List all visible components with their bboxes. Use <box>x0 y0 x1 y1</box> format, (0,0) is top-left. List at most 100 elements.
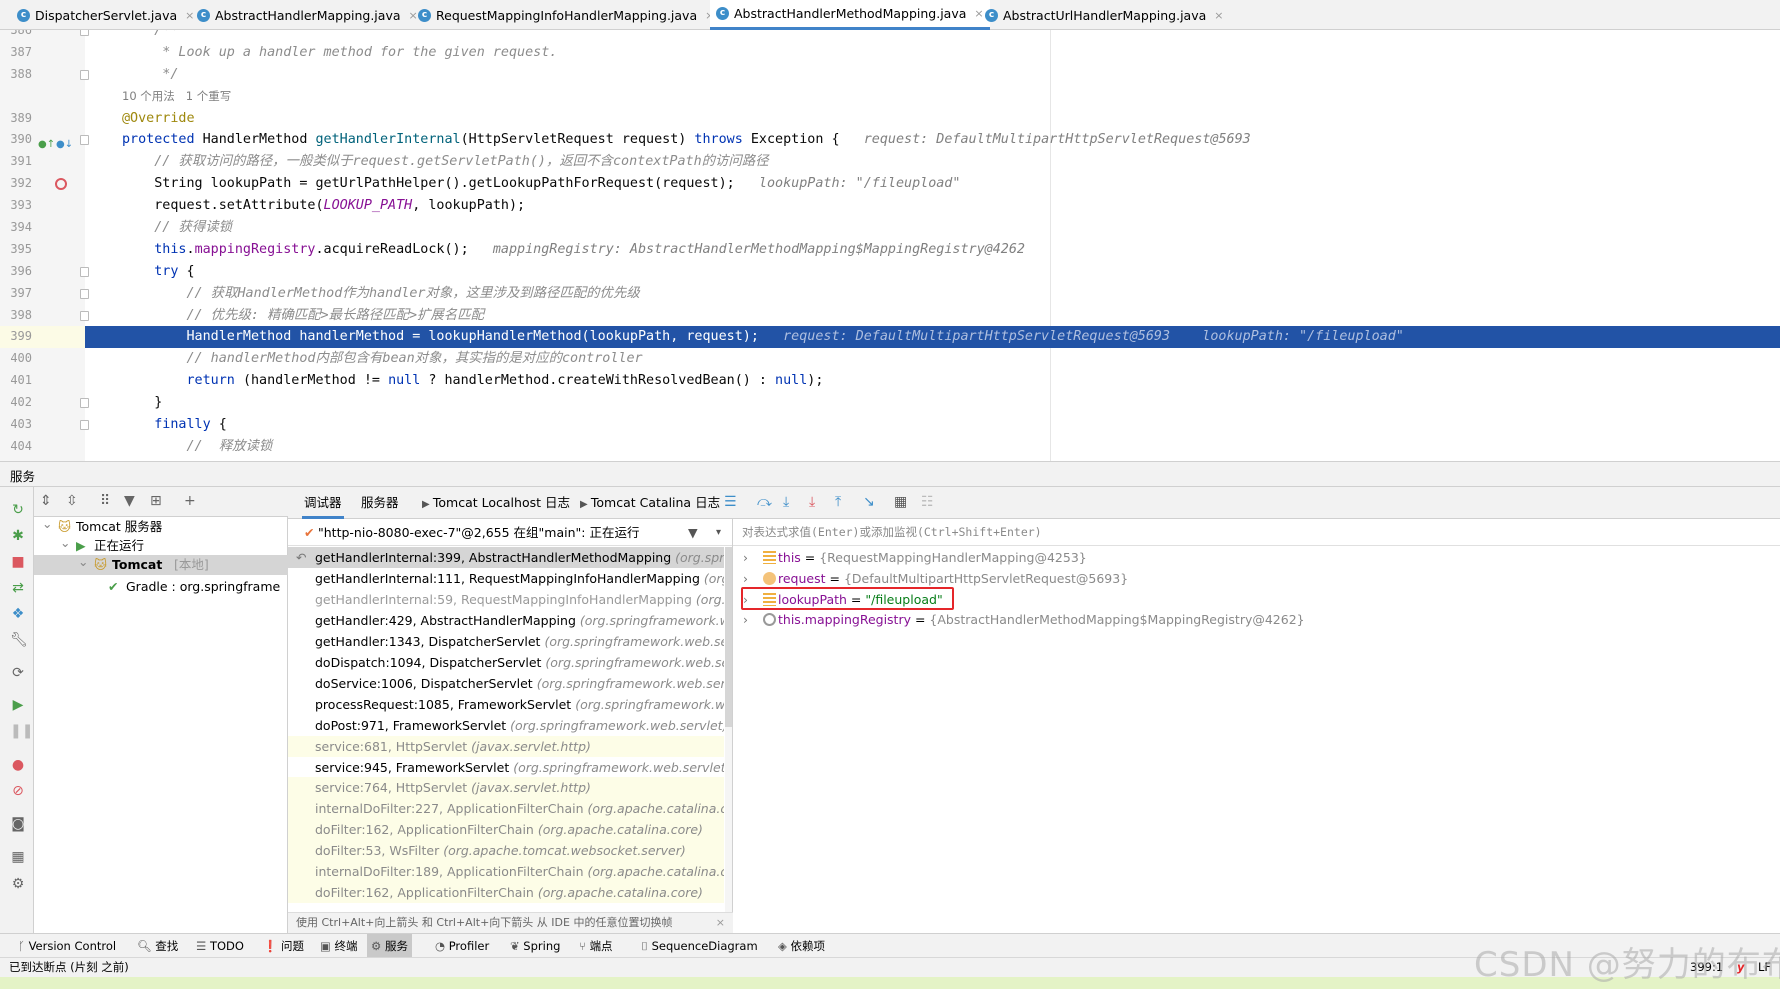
artifacts-icon[interactable]: ❖ <box>10 606 26 622</box>
run-to-cursor-icon[interactable]: ↘ <box>863 494 875 510</box>
debugger-tab[interactable]: 服务器 <box>359 487 401 519</box>
line-number[interactable]: 399 <box>0 326 32 348</box>
filter-icon[interactable]: ▼ <box>688 519 698 546</box>
stack-frame[interactable]: getHandlerInternal:111, RequestMappingIn… <box>288 568 724 589</box>
variable-row[interactable]: › this.mappingRegistry = {AbstractHandler… <box>733 609 1733 630</box>
chevron-down-icon[interactable]: ⌄ <box>78 555 88 572</box>
rerun-icon[interactable]: ↻ <box>10 502 26 518</box>
editor-tab[interactable]: c AbstractUrlHandlerMapping.java × <box>979 0 1229 30</box>
refresh-icon[interactable]: ⟳ <box>10 665 26 681</box>
debug-icon[interactable]: ✱ <box>10 528 26 544</box>
force-step-into-icon[interactable]: ⤓ <box>809 494 815 510</box>
add-service-icon[interactable]: + <box>184 493 196 509</box>
filter-icon[interactable]: ▼ <box>124 493 135 509</box>
stack-frame[interactable]: ↶ getHandlerInternal:399, AbstractHandler… <box>288 547 724 568</box>
variable-row[interactable]: › this = {RequestMappingHandlerMapping@42… <box>733 547 1733 568</box>
fold-marker-icon[interactable] <box>80 310 89 321</box>
debugger-tab[interactable]: ▶ Tomcat Localhost 日志 <box>420 487 572 519</box>
stack-frame[interactable]: internalDoFilter:227, ApplicationFilterC… <box>288 798 724 820</box>
stack-frame[interactable]: doDispatch:1094, DispatcherServlet (org.… <box>288 652 724 673</box>
editor-tab[interactable]: c AbstractHandlerMapping.java × <box>191 0 424 30</box>
stack-frame[interactable]: getHandlerInternal:59, RequestMappingInf… <box>288 589 724 610</box>
tree-node[interactable]: ✔ Gradle : org.springframe <box>34 577 288 597</box>
mute-breakpoints-icon[interactable]: ⊘ <box>10 783 26 799</box>
stop-icon[interactable]: ■ <box>10 554 26 570</box>
stack-frame[interactable]: processRequest:1085, FrameworkServlet (o… <box>288 694 724 715</box>
fold-marker-icon[interactable] <box>80 288 89 299</box>
tool-window-button[interactable]: 🔍︎ 查找 <box>133 934 182 958</box>
settings-gear-icon[interactable]: ⚙ <box>10 876 26 892</box>
stack-frame[interactable]: doService:1006, DispatcherServlet (org.s… <box>288 673 724 694</box>
stack-frame[interactable]: service:945, FrameworkServlet (org.sprin… <box>288 757 724 778</box>
fold-marker-icon[interactable] <box>80 69 89 80</box>
line-number[interactable]: 394 <box>0 217 32 239</box>
stack-frame[interactable]: doPost:971, FrameworkServlet (org.spring… <box>288 715 724 736</box>
collapse-all-icon[interactable]: ⇳ <box>66 493 78 509</box>
stack-frame[interactable]: doFilter:162, ApplicationFilterChain (or… <box>288 819 724 841</box>
frames-scrollbar[interactable] <box>725 547 732 912</box>
line-number[interactable]: 404 <box>0 436 32 458</box>
line-number[interactable]: 391 <box>0 151 32 173</box>
line-number[interactable]: 386 <box>0 30 32 42</box>
tool-window-button[interactable]: ▣ 终端 <box>316 934 362 958</box>
line-number[interactable]: 402 <box>0 392 32 414</box>
camera-icon[interactable]: ◙ <box>10 816 26 832</box>
tool-window-button[interactable]: ⑂ 端点 <box>575 934 617 958</box>
stack-frame[interactable]: getHandler:1343, DispatcherServlet (org.… <box>288 631 724 652</box>
editor-tab[interactable]: c DispatcherServlet.java × <box>11 0 200 30</box>
line-number[interactable]: 403 <box>0 414 32 436</box>
expand-all-icon[interactable]: ⇕ <box>40 493 52 509</box>
line-number[interactable]: 395 <box>0 239 32 261</box>
thread-selector[interactable]: ✔ "http-nio-8080-exec-7"@2,655 在组"main":… <box>288 519 732 546</box>
new-tab-icon[interactable]: ⊞ <box>150 493 162 509</box>
debugger-tab[interactable]: ▶ Tomcat Catalina 日志 <box>578 487 722 519</box>
line-number[interactable]: 396 <box>0 261 32 283</box>
line-number[interactable]: 392 <box>0 173 32 195</box>
line-number[interactable]: 398 <box>0 305 32 327</box>
chevron-down-icon[interactable]: ⌄ <box>42 517 52 534</box>
stack-frame[interactable]: internalDoFilter:189, ApplicationFilterC… <box>288 861 724 883</box>
group-icon[interactable]: ⠿ <box>100 493 110 509</box>
fold-marker-icon[interactable] <box>80 135 89 146</box>
chevron-down-icon[interactable]: ⌄ <box>60 536 70 553</box>
fold-marker-icon[interactable] <box>80 398 89 409</box>
stack-frame[interactable]: getHandler:429, AbstractHandlerMapping (… <box>288 610 724 631</box>
line-number[interactable]: 393 <box>0 195 32 217</box>
line-number[interactable]: 401 <box>0 370 32 392</box>
tool-window-button[interactable]: ☰ TODO <box>192 934 248 958</box>
usages-inlay-hint[interactable]: 10 个用法 1 个重写 <box>122 89 231 103</box>
tool-window-button[interactable]: ❦ Spring <box>506 934 564 958</box>
tree-node[interactable]: ⌄ 🐱︎ Tomcat 服务器 <box>34 517 288 537</box>
tree-node[interactable]: ⌄ ▶ 正在运行 <box>34 536 288 556</box>
evaluate-expression-input[interactable]: 对表达式求值(Enter)或添加监视(Ctrl+Shift+Enter) <box>733 519 1780 546</box>
editor-tab[interactable]: cRequestMappingInfoHandlerMapping.java× <box>412 0 720 30</box>
chevron-down-icon[interactable]: ▾ <box>716 519 721 546</box>
tool-window-button[interactable]: ◔ Profiler <box>431 934 493 958</box>
chevron-right-icon[interactable]: › <box>743 609 748 630</box>
layout-icon[interactable]: ▦ <box>10 849 26 865</box>
view-breakpoints-icon[interactable]: ● <box>10 757 26 773</box>
line-number[interactable]: 400 <box>0 348 32 370</box>
deploy-icon[interactable]: ⇄ <box>10 580 26 596</box>
fold-marker-icon[interactable] <box>80 266 89 277</box>
fold-marker-icon[interactable] <box>80 30 89 36</box>
tool-window-button[interactable]: ᚴ Version Control <box>14 934 120 958</box>
line-number[interactable]: 388 <box>0 64 32 86</box>
close-icon[interactable]: × <box>716 913 725 933</box>
stack-frame[interactable]: service:764, HttpServlet (javax.servlet.… <box>288 777 724 799</box>
editor-tab[interactable]: c AbstractHandlerMethodMapping.java × <box>710 0 990 30</box>
tool-window-button[interactable]: ⌷ SequenceDiagram <box>637 934 762 958</box>
debugger-tab[interactable]: 调试器 <box>302 487 344 519</box>
tool-window-button[interactable]: ◈ 依赖项 <box>774 934 829 958</box>
line-number[interactable]: 390 <box>0 129 32 151</box>
wrench-icon[interactable]: 🔧︎ <box>10 632 28 648</box>
line-number[interactable]: 389 <box>0 108 32 130</box>
evaluate-expression-icon[interactable]: ▦ <box>894 494 907 510</box>
variable-row[interactable]: › request = {DefaultMultipartHttpServletR… <box>733 568 1733 589</box>
tree-node[interactable]: ⌄ 🐱︎ Tomcat [本地] <box>34 555 288 575</box>
close-icon[interactable]: × <box>1214 9 1223 22</box>
step-into-icon[interactable]: ⤓ <box>783 494 789 510</box>
chevron-right-icon[interactable]: › <box>743 547 748 568</box>
resume-icon[interactable]: ▶ <box>10 697 26 713</box>
trace-stream-icon[interactable]: ☷ <box>921 494 934 510</box>
